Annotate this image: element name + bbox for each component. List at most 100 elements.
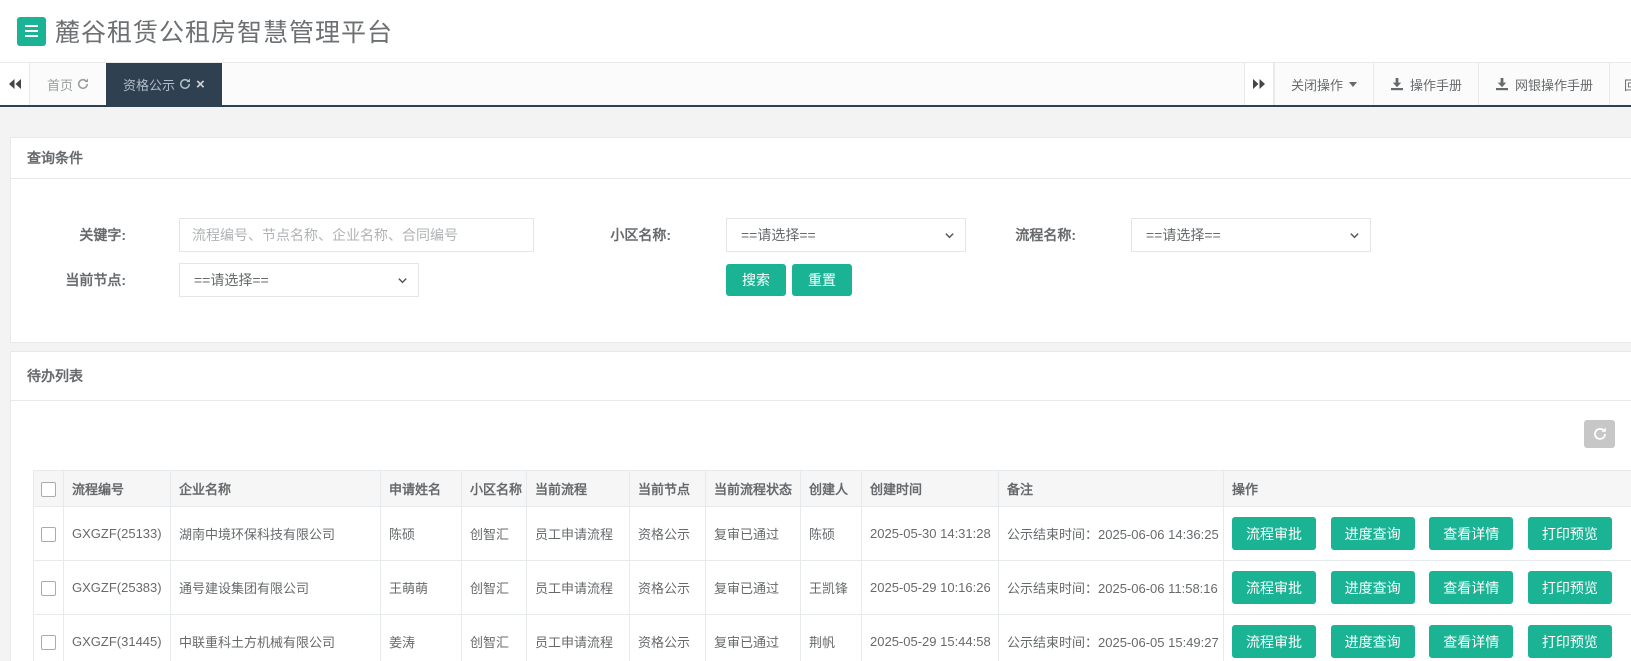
tab-spacer [222,63,1244,105]
cell-actions: 流程审批 进度查询 查看详情 打印预览 [1224,615,1631,661]
view-details-button[interactable]: 查看详情 [1429,517,1513,550]
row-checkbox[interactable] [41,581,56,596]
search-button[interactable]: 搜索 [726,264,786,296]
table-header-row: 流程编号 企业名称 申请姓名 小区名称 当前流程 当前节点 当前流程状态 创建人… [34,471,1631,507]
todo-panel-body: 流程编号 企业名称 申请姓名 小区名称 当前流程 当前节点 当前流程状态 创建人… [11,401,1631,661]
tab-home[interactable]: 首页 [30,63,106,105]
col-process-status: 当前流程状态 [706,471,801,507]
col-process-no: 流程编号 [64,471,171,507]
select-all-checkbox[interactable] [41,482,56,497]
print-preview-button[interactable]: 打印预览 [1528,571,1612,604]
col-applicant: 申请姓名 [381,471,462,507]
close-tab-icon[interactable]: × [196,77,205,92]
row-checkbox[interactable] [41,635,56,650]
cell-current-node: 资格公示 [630,561,706,615]
cell-community: 创智汇 [462,615,527,661]
bank-operation-manual-label: 网银操作手册 [1515,75,1593,94]
tab-qualification-publicity[interactable]: 资格公示 × [106,63,222,105]
progress-query-button[interactable]: 进度查询 [1331,571,1415,604]
tab-home-label: 首页 [47,75,73,94]
close-operations-label: 关闭操作 [1291,75,1343,94]
query-conditions-panel: 查询条件 关键字: 小区名称: ==请选择== 流程名称: ==请选择== 当前… [10,137,1631,343]
view-details-button[interactable]: 查看详情 [1429,625,1513,658]
cell-created-at: 2025-05-30 14:31:28 [862,507,999,561]
cell-process-no: GXGZF(25383) [64,561,171,615]
scroll-tabs-right-button[interactable] [1244,63,1274,105]
process-name-select[interactable]: ==请选择== [1131,218,1371,252]
cell-process-status: 复审已通过 [706,615,801,661]
app-title: 麓谷租赁公租房智慧管理平台 [55,13,393,49]
cell-actions: 流程审批 进度查询 查看详情 打印预览 [1224,507,1631,561]
process-approve-button[interactable]: 流程审批 [1232,517,1316,550]
col-company: 企业名称 [171,471,381,507]
view-details-button[interactable]: 查看详情 [1429,571,1513,604]
table-row: GXGZF(25383) 通号建设集团有限公司 王萌萌 创智汇 员工申请流程 资… [34,561,1631,615]
cell-remark: 公示结束时间：2025-06-06 14:36:25 [999,507,1224,561]
cell-community: 创智汇 [462,507,527,561]
double-chevron-left-icon [8,78,22,90]
query-panel-title: 查询条件 [11,138,1631,179]
cell-applicant: 姜涛 [381,615,462,661]
operation-manual-label: 操作手册 [1410,75,1462,94]
cell-company: 通号建设集团有限公司 [171,561,381,615]
col-current-process: 当前流程 [527,471,630,507]
current-node-select[interactable]: ==请选择== [179,263,419,297]
col-creator: 创建人 [801,471,862,507]
menu-toggle-button[interactable] [17,17,46,46]
cell-current-node: 资格公示 [630,615,706,661]
print-preview-button[interactable]: 打印预览 [1528,517,1612,550]
chevron-down-icon [944,230,955,241]
chevron-down-icon [397,275,408,286]
table-toolbar [11,420,1631,448]
cell-process-status: 复审已通过 [706,561,801,615]
refresh-table-button[interactable] [1584,420,1615,448]
table-row: GXGZF(31445) 中联重科土方机械有限公司 姜涛 创智汇 员工申请流程 … [34,615,1631,661]
reset-button[interactable]: 重置 [792,264,852,296]
process-approve-button[interactable]: 流程审批 [1232,571,1316,604]
cell-process-no: GXGZF(31445) [64,615,171,661]
keyword-input[interactable] [179,218,534,252]
cell-current-process: 员工申请流程 [527,615,630,661]
cell-actions: 流程审批 进度查询 查看详情 打印预览 [1224,561,1631,615]
cell-process-status: 复审已通过 [706,507,801,561]
query-form: 关键字: 小区名称: ==请选择== 流程名称: ==请选择== 当前节点: =… [11,179,1631,342]
tab-qualification-label: 资格公示 [123,75,175,94]
close-operations-dropdown[interactable]: 关闭操作 [1274,63,1373,105]
community-select[interactable]: ==请选择== [726,218,966,252]
refresh-icon[interactable] [77,78,89,90]
col-actions: 操作 [1224,471,1631,507]
row-checkbox[interactable] [41,527,56,542]
process-name-label: 流程名称: [961,218,1076,252]
community-label: 小区名称: [556,218,671,252]
refresh-icon[interactable] [179,78,191,90]
cell-remark: 公示结束时间：2025-06-06 11:58:16 [999,561,1224,615]
cell-creator: 陈硕 [801,507,862,561]
progress-query-button[interactable]: 进度查询 [1331,625,1415,658]
download-icon [1495,77,1509,91]
process-approve-button[interactable]: 流程审批 [1232,625,1316,658]
toolbar-item-clipped[interactable]: 回 [1609,63,1631,105]
todo-panel-title: 待办列表 [11,352,1631,401]
download-icon [1390,77,1404,91]
todo-list-panel: 待办列表 流程编号 企业名称 [10,351,1631,661]
cell-applicant: 陈硕 [381,507,462,561]
operation-manual-button[interactable]: 操作手册 [1373,63,1478,105]
scroll-tabs-left-button[interactable] [0,63,30,105]
app-header: 麓谷租赁公租房智慧管理平台 [0,0,1631,62]
col-community: 小区名称 [462,471,527,507]
refresh-icon [1593,427,1607,441]
current-node-label: 当前节点: [11,263,126,297]
col-remark: 备注 [999,471,1224,507]
chevron-down-icon [1349,230,1360,241]
print-preview-button[interactable]: 打印预览 [1528,625,1612,658]
double-chevron-right-icon [1252,78,1266,90]
bank-operation-manual-button[interactable]: 网银操作手册 [1478,63,1609,105]
col-current-node: 当前节点 [630,471,706,507]
caret-down-icon [1349,82,1357,87]
cell-company: 中联重科土方机械有限公司 [171,615,381,661]
progress-query-button[interactable]: 进度查询 [1331,517,1415,550]
cell-process-no: GXGZF(25133) [64,507,171,561]
cell-creator: 荆帆 [801,615,862,661]
cell-applicant: 王萌萌 [381,561,462,615]
col-created-at: 创建时间 [862,471,999,507]
